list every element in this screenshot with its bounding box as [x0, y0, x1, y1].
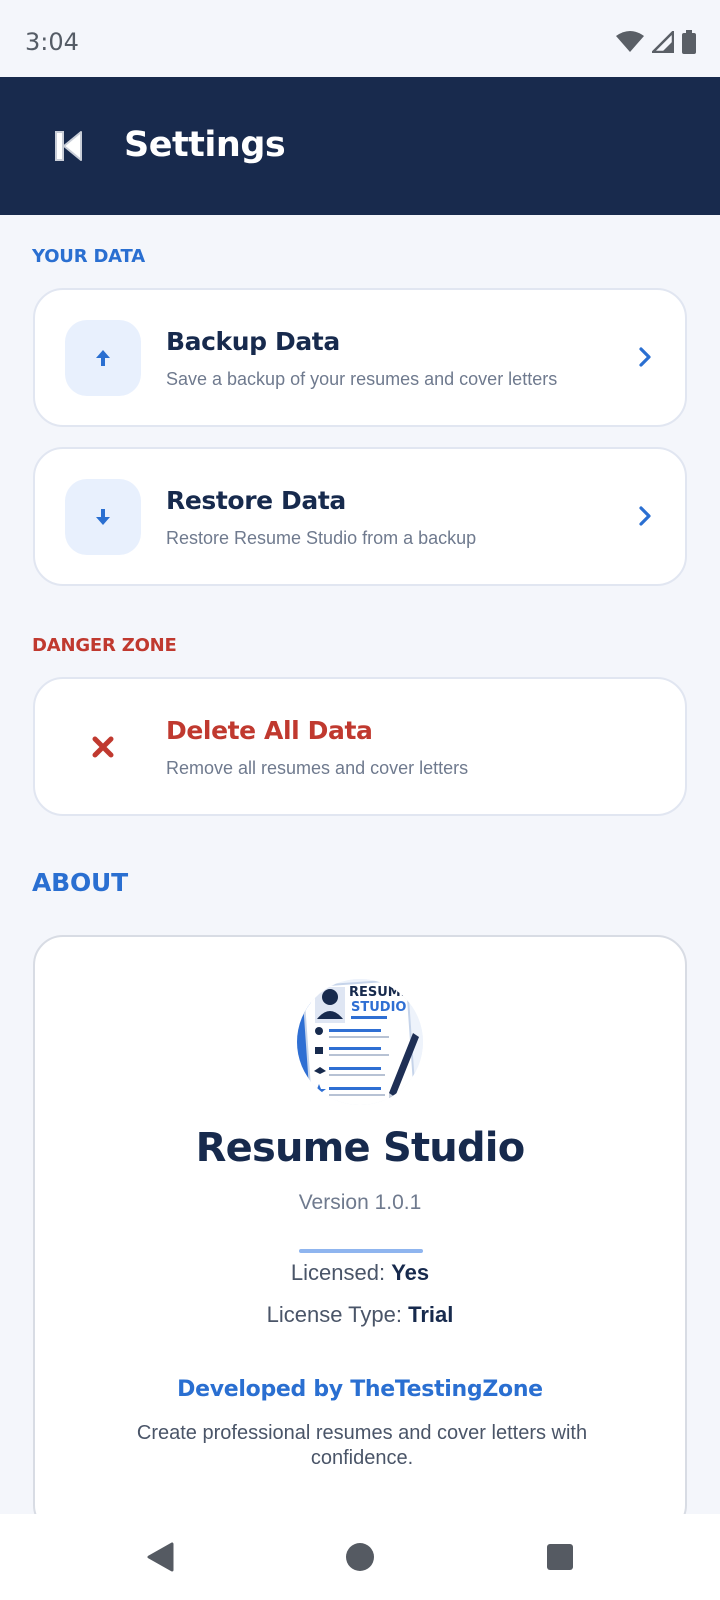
licensed-value: Yes — [391, 1260, 430, 1285]
system-nav-bar — [0, 1514, 720, 1600]
nav-back-button[interactable] — [142, 1539, 178, 1575]
arrow-up-icon — [96, 350, 110, 366]
logo-text-resume: RESUME — [349, 985, 410, 1000]
nav-home-button[interactable] — [342, 1539, 378, 1575]
backup-data-card[interactable]: Backup Data Save a backup of your resume… — [33, 288, 687, 427]
section-label-danger-zone: DANGER ZONE — [32, 635, 177, 656]
delete-icon-box — [65, 709, 141, 785]
page-title: Settings — [124, 125, 286, 165]
nav-recents-button[interactable] — [542, 1539, 578, 1575]
delete-title: Delete All Data — [166, 716, 373, 745]
backup-icon-box — [65, 320, 141, 396]
restore-icon-box — [65, 479, 141, 555]
about-divider — [299, 1249, 423, 1253]
status-icons — [616, 30, 696, 54]
backup-subtitle: Save a backup of your resumes and cover … — [166, 369, 558, 389]
about-app-name: Resume Studio — [195, 1125, 526, 1171]
wifi-icon — [616, 31, 644, 52]
skip-back-icon — [55, 131, 82, 161]
section-label-your-data: YOUR DATA — [32, 246, 145, 267]
square-recents-icon — [547, 1544, 573, 1570]
delete-all-data-card[interactable]: Delete All Data Remove all resumes and c… — [33, 677, 687, 816]
status-time: 3:04 — [25, 28, 79, 56]
developer-link[interactable]: Developed by TheTestingZone — [35, 1377, 685, 1402]
app-bar: Settings — [0, 77, 720, 215]
licensed-label: Licensed: — [290, 1260, 386, 1285]
battery-icon — [682, 30, 696, 54]
triangle-back-icon — [147, 1542, 174, 1572]
license-type-value: Trial — [408, 1302, 454, 1327]
restore-title: Restore Data — [166, 486, 346, 515]
license-type-label: License Type: — [266, 1302, 402, 1327]
chevron-right-icon — [635, 501, 655, 531]
section-label-about: ABOUT — [32, 868, 129, 897]
license-type-row: License Type: Trial — [35, 1302, 685, 1328]
chevron-right-icon — [635, 342, 655, 372]
restore-subtitle: Restore Resume Studio from a backup — [166, 528, 477, 548]
licensed-row: Licensed: Yes — [35, 1260, 685, 1286]
backup-title: Backup Data — [166, 327, 340, 356]
restore-data-card[interactable]: Restore Data Restore Resume Studio from … — [33, 447, 687, 586]
logo-text-studio: STUDIO — [351, 1000, 406, 1015]
close-x-icon — [92, 736, 114, 758]
signal-icon — [652, 31, 674, 53]
back-button[interactable] — [50, 126, 88, 166]
delete-subtitle: Remove all resumes and cover letters — [166, 758, 469, 778]
about-description: Create professional resumes and cover le… — [136, 1422, 588, 1469]
arrow-down-icon — [96, 509, 110, 525]
about-card: RESUME STUDIO Resume Studio Version 1.0.… — [33, 935, 687, 1535]
circle-home-icon — [346, 1543, 374, 1571]
about-version: Version 1.0.1 — [298, 1191, 422, 1214]
status-bar: 3:04 — [0, 0, 720, 77]
app-logo: RESUME STUDIO — [297, 979, 423, 1105]
